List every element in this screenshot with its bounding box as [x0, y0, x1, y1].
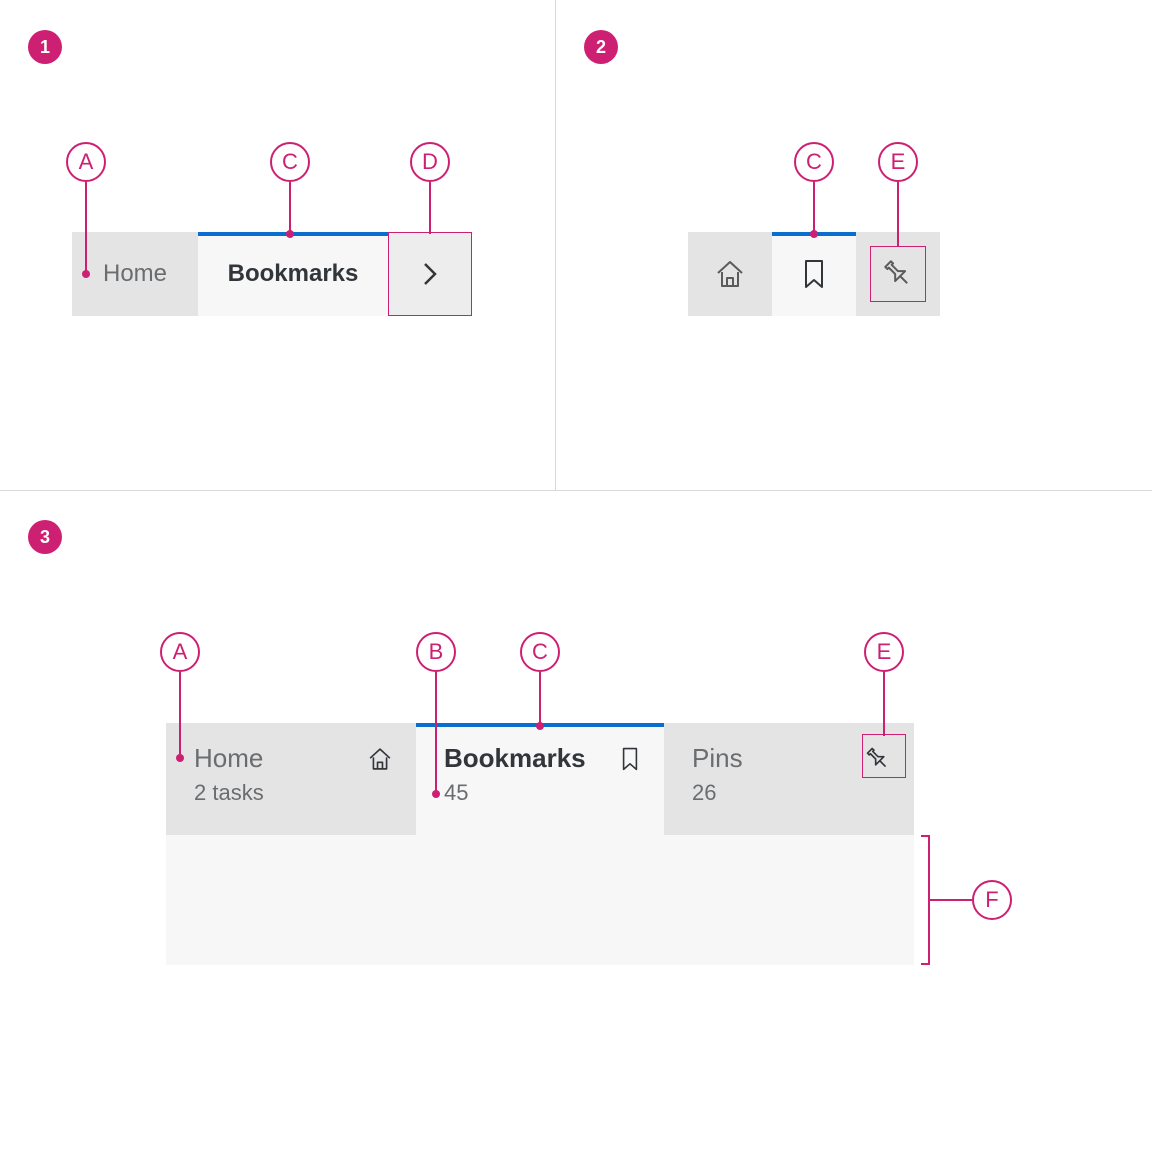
pushpin-icon	[881, 257, 915, 291]
horizontal-divider	[0, 490, 1152, 491]
home-icon	[366, 745, 394, 773]
tab-title: Bookmarks	[444, 743, 586, 774]
tab-overflow-button[interactable]	[388, 232, 472, 316]
tab-subtitle: 2 tasks	[194, 780, 394, 806]
tab-label: Bookmarks	[228, 260, 359, 288]
bookmark-icon	[799, 257, 829, 291]
tab-label: Home	[103, 260, 167, 288]
tab-bookmarks-rich[interactable]: Bookmarks 45	[416, 723, 664, 835]
tab-subtitle: 26	[692, 780, 892, 806]
vertical-divider	[555, 0, 556, 490]
tabbar-icon-only	[688, 232, 940, 316]
section-badge-3: 3	[28, 520, 62, 554]
tab-pins-rich[interactable]: Pins 26	[664, 723, 914, 835]
section-badge-1: 1	[28, 30, 62, 64]
chevron-right-icon	[421, 261, 439, 287]
tab-title: Pins	[692, 743, 743, 774]
tab-bookmarks[interactable]: Bookmarks	[198, 232, 388, 316]
tab-home-icon[interactable]	[688, 232, 772, 316]
tab-home-rich[interactable]: Home 2 tasks	[166, 723, 416, 835]
home-icon	[713, 257, 747, 291]
tabbar-rich: Home 2 tasks Bookmarks 45 Pins	[166, 723, 914, 835]
tabbar-text-only: Home Bookmarks	[72, 232, 472, 316]
tab-home[interactable]: Home	[72, 232, 198, 316]
tab-subtitle: 45	[444, 780, 642, 806]
bookmark-icon	[618, 745, 642, 773]
pushpin-icon	[864, 745, 892, 773]
tab-bookmarks-icon[interactable]	[772, 232, 856, 316]
section-badge-2: 2	[584, 30, 618, 64]
tab-title: Home	[194, 743, 263, 774]
tab-content-area	[166, 835, 914, 965]
